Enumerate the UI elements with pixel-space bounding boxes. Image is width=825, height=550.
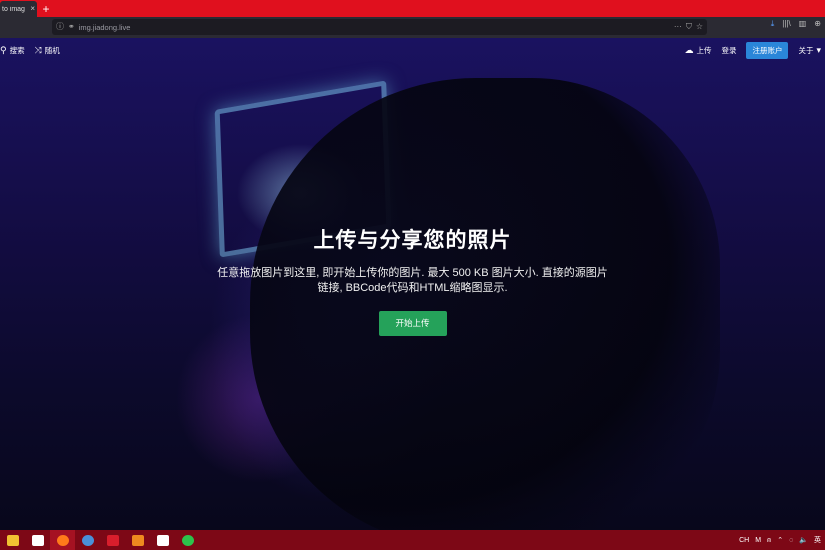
download-icon[interactable]: ⤓ bbox=[771, 20, 775, 28]
about-label: 关于 bbox=[798, 45, 814, 55]
search-label: 搜索 bbox=[9, 45, 25, 55]
hero-description: 任意拖放图片到这里, 即开始上传你的图片. 最大 500 KB 图片大小. 直接… bbox=[0, 266, 825, 296]
person-icon[interactable]: ⍝ bbox=[767, 537, 771, 544]
hero-section: 上传与分享您的照片 任意拖放图片到这里, 即开始上传你的图片. 最大 500 K… bbox=[0, 224, 825, 336]
volume-icon[interactable]: 🔈 bbox=[799, 537, 808, 544]
system-tray: CH M ⍝ ⌃ ◌ 🔈 英 bbox=[739, 530, 821, 550]
language-indicator[interactable]: 英 bbox=[814, 537, 821, 544]
tab-title: to imag bbox=[2, 5, 25, 13]
taskbar-item[interactable] bbox=[50, 530, 75, 550]
toolbar-right: ⤓ |||\ ▥ ⊕ bbox=[771, 20, 825, 28]
shield-icon[interactable]: ⚭ bbox=[68, 23, 75, 31]
site-nav-right: ☁ 上传 登录 注册账户 关于 ▾ bbox=[684, 41, 821, 59]
info-icon[interactable]: ⓘ bbox=[56, 23, 64, 31]
extension-icon[interactable]: ⊕ bbox=[814, 20, 821, 28]
taskbar-item[interactable] bbox=[150, 530, 175, 550]
hero-title: 上传与分享您的照片 bbox=[313, 229, 512, 252]
taskbar-item[interactable] bbox=[75, 530, 100, 550]
chevron-up-icon[interactable]: ⌃ bbox=[777, 537, 783, 544]
about-menu[interactable]: 关于 ▾ bbox=[798, 45, 821, 56]
hero-description-line2: 链接, BBCode代码和HTML缩略图显示. bbox=[317, 282, 508, 294]
firefox-icon bbox=[56, 534, 69, 546]
taskbar: CH M ⍝ ⌃ ◌ 🔈 英 bbox=[0, 530, 825, 550]
site-nav-left: ⚲ 搜索 ⤨ 随机 bbox=[0, 45, 60, 56]
star-icon[interactable]: ☆ bbox=[696, 23, 703, 31]
address-bar[interactable]: ⓘ ⚭ img.jiadong.live ··· ⛉ ☆ bbox=[52, 19, 707, 35]
taskbar-item[interactable] bbox=[25, 530, 50, 550]
dictionary-app-icon bbox=[106, 534, 119, 546]
register-button[interactable]: 注册账户 bbox=[746, 41, 789, 59]
ime-mode[interactable]: M bbox=[755, 537, 761, 544]
file-explorer-icon bbox=[6, 534, 19, 546]
mail-icon bbox=[31, 534, 44, 546]
taskbar-item[interactable] bbox=[175, 530, 200, 550]
upload-label: 上传 bbox=[696, 45, 712, 55]
taskbar-apps bbox=[0, 530, 200, 550]
new-tab-button[interactable]: + bbox=[39, 1, 53, 17]
random-link[interactable]: ⤨ 随机 bbox=[35, 45, 60, 56]
pocket-icon[interactable]: ⛉ bbox=[686, 23, 692, 31]
upload-link[interactable]: ☁ 上传 bbox=[684, 45, 711, 56]
search-link[interactable]: ⚲ 搜索 bbox=[0, 45, 25, 56]
chrome-icon bbox=[81, 534, 94, 546]
taskbar-item[interactable] bbox=[100, 530, 125, 550]
chevron-down-icon: ▾ bbox=[816, 44, 821, 55]
sublime-icon bbox=[131, 534, 144, 546]
url-text[interactable]: img.jiadong.live bbox=[79, 23, 670, 32]
sidebar-icon[interactable]: ▥ bbox=[799, 20, 807, 28]
browser-tab-strip: to imag × + bbox=[0, 0, 825, 17]
shuffle-icon: ⤨ bbox=[34, 44, 42, 55]
ime-label[interactable]: CH bbox=[739, 537, 749, 544]
random-label: 随机 bbox=[44, 45, 60, 55]
library-icon[interactable]: |||\ bbox=[782, 20, 790, 28]
more-icon[interactable]: ··· bbox=[674, 23, 682, 31]
site-top-bar: ⚲ 搜索 ⤨ 随机 ☁ 上传 登录 注册账户 关于 ▾ bbox=[0, 38, 825, 62]
cloud-upload-icon: ☁ bbox=[684, 44, 694, 55]
login-link[interactable]: 登录 bbox=[721, 45, 736, 56]
tab-close-icon[interactable]: × bbox=[30, 5, 35, 13]
page-content: ⚲ 搜索 ⤨ 随机 ☁ 上传 登录 注册账户 关于 ▾ 上传与分享您的照片 任意… bbox=[0, 38, 825, 530]
taskbar-item[interactable] bbox=[125, 530, 150, 550]
wechat-icon bbox=[181, 534, 194, 546]
network-icon[interactable]: ◌ bbox=[789, 537, 793, 544]
acrobat-icon bbox=[156, 534, 169, 546]
browser-tab[interactable]: to imag × bbox=[0, 1, 37, 17]
search-icon: ⚲ bbox=[0, 44, 7, 55]
start-upload-button[interactable]: 开始上传 bbox=[378, 311, 447, 336]
taskbar-item[interactable] bbox=[0, 530, 25, 550]
hero-description-line1: 任意拖放图片到这里, 即开始上传你的图片. 最大 500 KB 图片大小. 直接… bbox=[217, 267, 608, 279]
browser-navbar: ⓘ ⚭ img.jiadong.live ··· ⛉ ☆ ⤓ |||\ ▥ ⊕ bbox=[0, 17, 825, 38]
